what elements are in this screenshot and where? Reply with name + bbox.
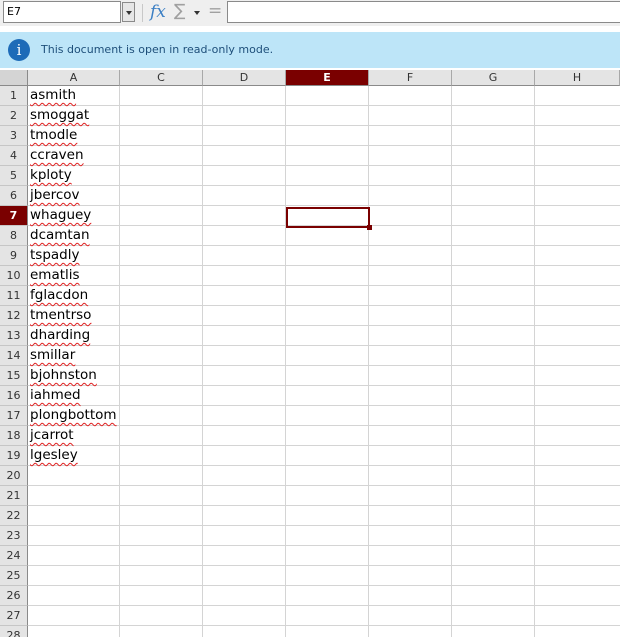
cell-a11[interactable]: fglacdon bbox=[30, 285, 88, 305]
row-header-8[interactable]: 8 bbox=[0, 226, 28, 246]
row-gridline bbox=[28, 106, 620, 126]
cell-a7[interactable]: whaguey bbox=[30, 205, 91, 225]
row-gridline bbox=[28, 346, 620, 366]
row-header-11[interactable]: 11 bbox=[0, 286, 28, 306]
row-gridline bbox=[28, 146, 620, 166]
row-header-4[interactable]: 4 bbox=[0, 146, 28, 166]
row-header-18[interactable]: 18 bbox=[0, 426, 28, 446]
row-gridline bbox=[28, 546, 620, 566]
cell-a16[interactable]: iahmed bbox=[30, 385, 81, 405]
formula-input[interactable] bbox=[227, 1, 620, 23]
row-header-16[interactable]: 16 bbox=[0, 386, 28, 406]
row-header-21[interactable]: 21 bbox=[0, 486, 28, 506]
name-box-dropdown-icon[interactable] bbox=[122, 2, 135, 22]
row-gridline bbox=[28, 446, 620, 466]
cell-a3[interactable]: tmodle bbox=[30, 125, 77, 145]
cell-a12[interactable]: tmentrso bbox=[30, 305, 91, 325]
row-gridline bbox=[28, 426, 620, 446]
spreadsheet-grid[interactable]: A C D E F G H 1 asmith 2 smoggat 3 tmodle 4 ccraven 5 kp… bbox=[0, 70, 620, 637]
formula-icon[interactable]: = bbox=[208, 1, 222, 21]
name-box[interactable]: E7 bbox=[3, 1, 121, 23]
column-header-a[interactable]: A bbox=[28, 70, 120, 86]
row-gridline bbox=[28, 86, 620, 106]
cell-a14[interactable]: smillar bbox=[30, 345, 75, 365]
cell-a19[interactable]: lgesley bbox=[30, 445, 78, 465]
function-wizard-icon[interactable]: fx bbox=[150, 2, 166, 22]
cell-a10[interactable]: ematlis bbox=[30, 265, 80, 285]
row-header-5[interactable]: 5 bbox=[0, 166, 28, 186]
cell-a4[interactable]: ccraven bbox=[30, 145, 84, 165]
cell-a1[interactable]: asmith bbox=[30, 85, 76, 105]
column-header-d[interactable]: D bbox=[203, 70, 286, 86]
row-header-26[interactable]: 26 bbox=[0, 586, 28, 606]
row-header-2[interactable]: 2 bbox=[0, 106, 28, 126]
cell-a8[interactable]: dcamtan bbox=[30, 225, 90, 245]
row-gridline bbox=[28, 486, 620, 506]
row-header-12[interactable]: 12 bbox=[0, 306, 28, 326]
cell-a18[interactable]: jcarrot bbox=[30, 425, 74, 445]
cell-a13[interactable]: dharding bbox=[30, 325, 90, 345]
row-header-24[interactable]: 24 bbox=[0, 546, 28, 566]
selected-cell-cursor bbox=[286, 207, 372, 230]
row-gridline bbox=[28, 186, 620, 206]
column-header-g[interactable]: G bbox=[452, 70, 535, 86]
formula-toolbar: E7 fx ∑ = bbox=[0, 0, 620, 26]
row-header-3[interactable]: 3 bbox=[0, 126, 28, 146]
row-gridline bbox=[28, 286, 620, 306]
row-gridline bbox=[28, 606, 620, 626]
row-header-14[interactable]: 14 bbox=[0, 346, 28, 366]
row-header-28[interactable]: 28 bbox=[0, 626, 28, 637]
row-gridline bbox=[28, 466, 620, 486]
row-gridline bbox=[28, 526, 620, 546]
row-gridline bbox=[28, 246, 620, 266]
row-gridline bbox=[28, 306, 620, 326]
infobar-message: This document is open in read-only mode. bbox=[41, 43, 274, 56]
row-header-25[interactable]: 25 bbox=[0, 566, 28, 586]
column-header-c[interactable]: C bbox=[120, 70, 203, 86]
cell-a2[interactable]: smoggat bbox=[30, 105, 89, 125]
cell-a5[interactable]: kploty bbox=[30, 165, 72, 185]
row-gridline bbox=[28, 126, 620, 146]
row-header-17[interactable]: 17 bbox=[0, 406, 28, 426]
select-all-corner[interactable] bbox=[0, 70, 28, 86]
row-header-19[interactable]: 19 bbox=[0, 446, 28, 466]
row-gridline bbox=[28, 386, 620, 406]
row-gridline bbox=[28, 626, 620, 637]
row-header-20[interactable]: 20 bbox=[0, 466, 28, 486]
row-header-9[interactable]: 9 bbox=[0, 246, 28, 266]
toolbar-separator bbox=[142, 4, 143, 22]
row-gridline bbox=[28, 266, 620, 286]
row-header-23[interactable]: 23 bbox=[0, 526, 28, 546]
row-header-22[interactable]: 22 bbox=[0, 506, 28, 526]
row-header-7[interactable]: 7 bbox=[0, 206, 28, 226]
row-gridline bbox=[28, 226, 620, 246]
row-gridline bbox=[28, 366, 620, 386]
row-gridline bbox=[28, 166, 620, 186]
cell-a6[interactable]: jbercov bbox=[30, 185, 80, 205]
column-header-f[interactable]: F bbox=[369, 70, 452, 86]
row-header-1[interactable]: 1 bbox=[0, 86, 28, 106]
row-header-6[interactable]: 6 bbox=[0, 186, 28, 206]
column-header-e[interactable]: E bbox=[286, 70, 369, 86]
row-header-10[interactable]: 10 bbox=[0, 266, 28, 286]
row-header-13[interactable]: 13 bbox=[0, 326, 28, 346]
row-gridline bbox=[28, 566, 620, 586]
sum-dropdown-icon[interactable] bbox=[194, 11, 200, 15]
cell-a17[interactable]: plongbottom bbox=[30, 405, 117, 425]
row-gridline bbox=[28, 506, 620, 526]
autofill-handle[interactable] bbox=[367, 225, 372, 230]
cell-a15[interactable]: bjohnston bbox=[30, 365, 97, 385]
row-header-15[interactable]: 15 bbox=[0, 366, 28, 386]
column-header-h[interactable]: H bbox=[535, 70, 620, 86]
cell-a9[interactable]: tspadly bbox=[30, 245, 79, 265]
row-gridline bbox=[28, 586, 620, 606]
info-icon: i bbox=[8, 39, 30, 61]
row-header-27[interactable]: 27 bbox=[0, 606, 28, 626]
readonly-infobar: i This document is open in read-only mod… bbox=[0, 32, 620, 68]
row-gridline bbox=[28, 326, 620, 346]
sum-icon[interactable]: ∑ bbox=[174, 1, 185, 21]
